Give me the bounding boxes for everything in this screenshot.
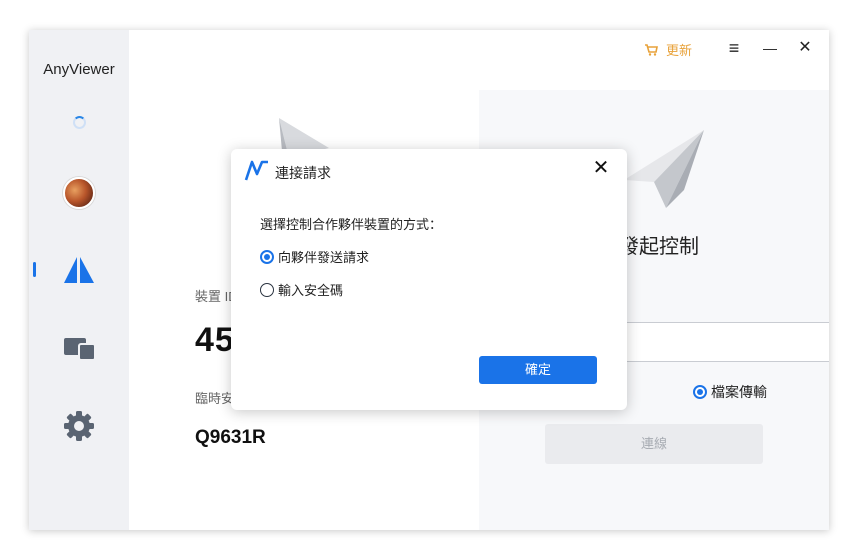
gear-icon[interactable] <box>63 410 95 442</box>
radio-unselected-icon[interactable] <box>260 282 274 297</box>
minimize-icon[interactable]: — <box>760 38 780 58</box>
cart-icon <box>645 43 658 56</box>
remote-control-icon[interactable] <box>63 256 95 284</box>
dialog-title: 連接請求 <box>275 165 331 181</box>
temp-password-label: 臨時安 <box>195 391 235 406</box>
file-transfer-option[interactable]: 檔案傳輸 <box>693 382 767 402</box>
update-link[interactable]: 更新 <box>644 40 692 59</box>
radio-selected-icon[interactable] <box>693 385 707 399</box>
temp-password-value: Q9631R <box>195 427 266 448</box>
active-indicator <box>33 262 36 277</box>
option-label: 向夥伴發送請求 <box>278 250 370 265</box>
anyviewer-logo-icon <box>244 160 268 181</box>
file-transfer-label: 檔案傳輸 <box>711 384 767 400</box>
menu-icon[interactable]: ≡ <box>724 38 744 58</box>
dialog-prompt: 選擇控制合作夥伴裝置的方式： <box>260 217 443 232</box>
connect-button[interactable]: 連線 <box>545 424 763 464</box>
sidebar: AnyViewer <box>29 30 129 530</box>
device-id-value: 45 <box>195 321 235 359</box>
update-label: 更新 <box>666 43 693 58</box>
paper-plane-illustration <box>624 130 704 208</box>
ok-button[interactable]: 確定 <box>479 356 597 384</box>
radio-selected-icon[interactable] <box>260 249 274 264</box>
dialog-close-icon[interactable]: ✕ <box>591 158 611 178</box>
app-name: AnyViewer <box>43 61 115 78</box>
close-icon[interactable]: ✕ <box>795 38 815 58</box>
option-label: 輸入安全碼 <box>278 283 344 298</box>
loading-spinner-icon <box>73 116 86 129</box>
remote-control-title: 發起控制 <box>619 236 699 258</box>
devices-icon[interactable] <box>63 336 97 362</box>
connection-request-dialog: 連接請求 ✕ 選擇控制合作夥伴裝置的方式： 向夥伴發送請求 輸入安全碼 確定 <box>231 149 627 410</box>
avatar[interactable] <box>63 177 95 209</box>
option-send-request[interactable]: 向夥伴發送請求 <box>260 247 369 266</box>
option-security-code[interactable]: 輸入安全碼 <box>260 280 343 299</box>
